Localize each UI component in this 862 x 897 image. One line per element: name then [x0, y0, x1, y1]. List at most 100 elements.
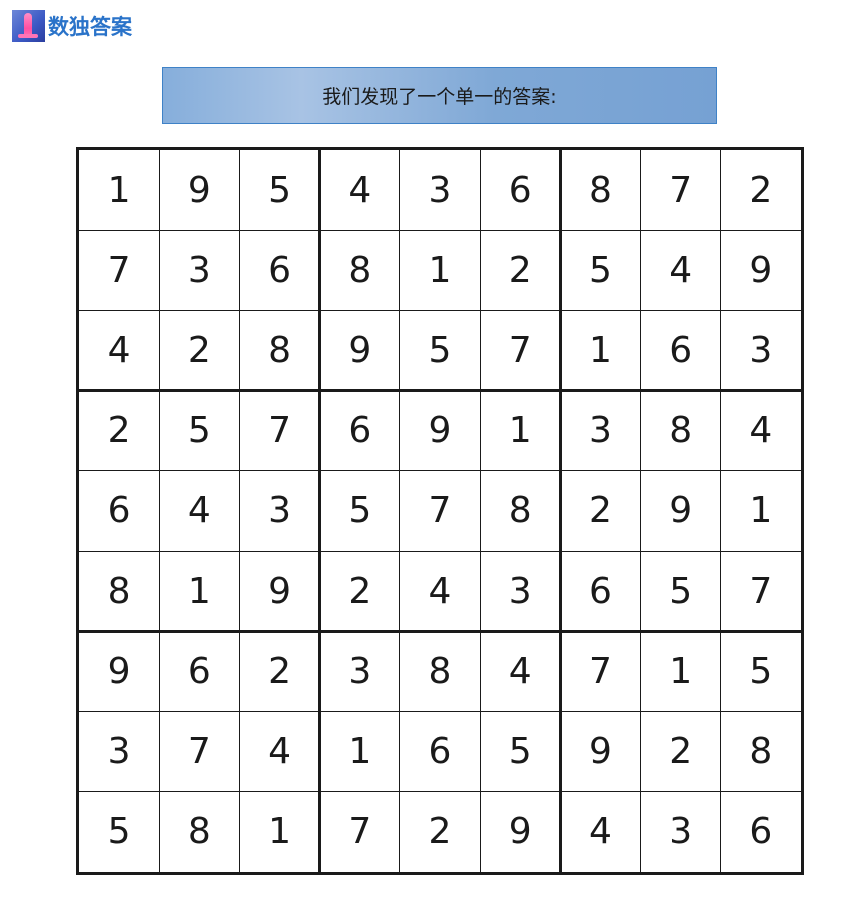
box-divider-horizontal — [79, 629, 801, 633]
grid-line-vertical — [640, 150, 642, 872]
sudoku-cell: 2 — [749, 169, 773, 211]
sudoku-cell: 7 — [669, 169, 693, 211]
sudoku-cell: 2 — [268, 650, 291, 692]
grid-line-horizontal — [79, 309, 801, 311]
sudoku-cell: 9 — [187, 169, 211, 211]
sudoku-cell: 4 — [348, 169, 372, 211]
sudoku-cell: 6 — [749, 811, 773, 853]
sudoku-cell: 7 — [107, 249, 131, 291]
sudoku-cell: 7 — [268, 410, 291, 452]
sudoku-cell: 4 — [187, 490, 211, 532]
grid-line-horizontal — [79, 470, 801, 472]
sudoku-cell: 8 — [268, 330, 291, 372]
sudoku-cell: 9 — [749, 249, 773, 291]
sudoku-cell: 1 — [508, 410, 532, 452]
sudoku-cell: 6 — [508, 169, 532, 211]
grid-line-vertical — [158, 150, 160, 872]
sudoku-cell: 6 — [268, 249, 291, 291]
sudoku-cell: 9 — [588, 731, 612, 773]
sudoku-cell: 3 — [428, 169, 452, 211]
sudoku-cell: 7 — [508, 330, 532, 372]
sudoku-cell: 4 — [268, 731, 291, 773]
sudoku-cell: 2 — [428, 811, 452, 853]
sudoku-cell: 5 — [669, 570, 693, 612]
sudoku-cell: 1 — [107, 169, 131, 211]
grid-line-vertical — [399, 150, 401, 872]
site-header: 数独答案 — [12, 10, 132, 42]
sudoku-cell: 2 — [187, 330, 211, 372]
sudoku-cell: 3 — [268, 490, 291, 532]
sudoku-cell: 3 — [187, 249, 211, 291]
sudoku-cell: 1 — [187, 570, 211, 612]
box-divider-vertical — [558, 150, 562, 872]
sudoku-cell: 4 — [669, 249, 693, 291]
sudoku-cell: 7 — [348, 811, 372, 853]
sudoku-cell: 2 — [669, 731, 693, 773]
sudoku-cell: 6 — [588, 570, 612, 612]
sudoku-cell: 6 — [107, 490, 131, 532]
box-divider-horizontal — [79, 389, 801, 393]
grid-line-horizontal — [79, 550, 801, 552]
grid-line-horizontal — [79, 229, 801, 231]
sudoku-cell: 7 — [588, 650, 612, 692]
sudoku-cell: 4 — [428, 570, 452, 612]
sudoku-cell: 6 — [669, 330, 693, 372]
sudoku-cell: 3 — [348, 650, 372, 692]
sudoku-cell: 5 — [588, 249, 612, 291]
box-divider-vertical — [318, 150, 322, 872]
grid-line-horizontal — [79, 791, 801, 793]
sudoku-cell: 5 — [428, 330, 452, 372]
sudoku-cell: 9 — [669, 490, 693, 532]
sudoku-cell: 7 — [187, 731, 211, 773]
sudoku-cell: 9 — [428, 410, 452, 452]
sudoku-cell: 3 — [107, 731, 131, 773]
sudoku-cell: 4 — [508, 650, 532, 692]
sudoku-cell: 7 — [749, 570, 773, 612]
sudoku-cell: 6 — [428, 731, 452, 773]
sudoku-cell: 6 — [187, 650, 211, 692]
sudoku-cell: 1 — [268, 811, 291, 853]
sudoku-cell: 3 — [669, 811, 693, 853]
sudoku-cell: 8 — [508, 490, 532, 532]
sudoku-cell: 5 — [348, 490, 372, 532]
sudoku-cell: 2 — [107, 410, 131, 452]
sudoku-cell: 2 — [588, 490, 612, 532]
sudoku-logo-icon[interactable] — [12, 10, 45, 42]
grid-line-horizontal — [79, 711, 801, 713]
sudoku-cell: 1 — [669, 650, 693, 692]
sudoku-cell: 5 — [508, 731, 532, 773]
result-banner: 我们发现了一个单一的答案: — [162, 67, 717, 124]
sudoku-cell: 9 — [107, 650, 131, 692]
sudoku-cell: 4 — [107, 330, 131, 372]
sudoku-cell: 8 — [749, 731, 773, 773]
sudoku-cell: 5 — [107, 811, 131, 853]
grid-line-vertical — [479, 150, 481, 872]
sudoku-cell: 8 — [348, 249, 372, 291]
sudoku-cell: 9 — [508, 811, 532, 853]
sudoku-cell: 1 — [348, 731, 372, 773]
sudoku-cell: 8 — [428, 650, 452, 692]
sudoku-cell: 9 — [348, 330, 372, 372]
sudoku-cell: 5 — [268, 169, 291, 211]
grid-line-vertical — [238, 150, 240, 872]
sudoku-cell: 8 — [669, 410, 693, 452]
result-message: 我们发现了一个单一的答案: — [322, 86, 557, 108]
sudoku-cell: 6 — [348, 410, 372, 452]
grid-line-vertical — [720, 150, 722, 872]
sudoku-cell: 5 — [187, 410, 211, 452]
sudoku-board: 1 9 5 4 3 6 8 7 2 7 3 6 8 1 2 5 4 9 4 2 8 9 5 7 1 6 3 2 5 7 6 9 1 3 8 4 6 4 3 5… — [76, 147, 804, 875]
sudoku-cell: 2 — [348, 570, 372, 612]
site-title[interactable]: 数独答案 — [48, 11, 132, 41]
sudoku-cell: 1 — [428, 249, 452, 291]
sudoku-cell: 4 — [588, 811, 612, 853]
sudoku-cell: 8 — [588, 169, 612, 211]
sudoku-cell: 1 — [588, 330, 612, 372]
sudoku-cell: 8 — [187, 811, 211, 853]
sudoku-cell: 3 — [588, 410, 612, 452]
sudoku-cell: 2 — [508, 249, 532, 291]
sudoku-cell: 5 — [749, 650, 773, 692]
sudoku-cell: 8 — [107, 570, 131, 612]
sudoku-cell: 7 — [428, 490, 452, 532]
sudoku-cell: 1 — [749, 490, 773, 532]
sudoku-cell: 9 — [268, 570, 291, 612]
